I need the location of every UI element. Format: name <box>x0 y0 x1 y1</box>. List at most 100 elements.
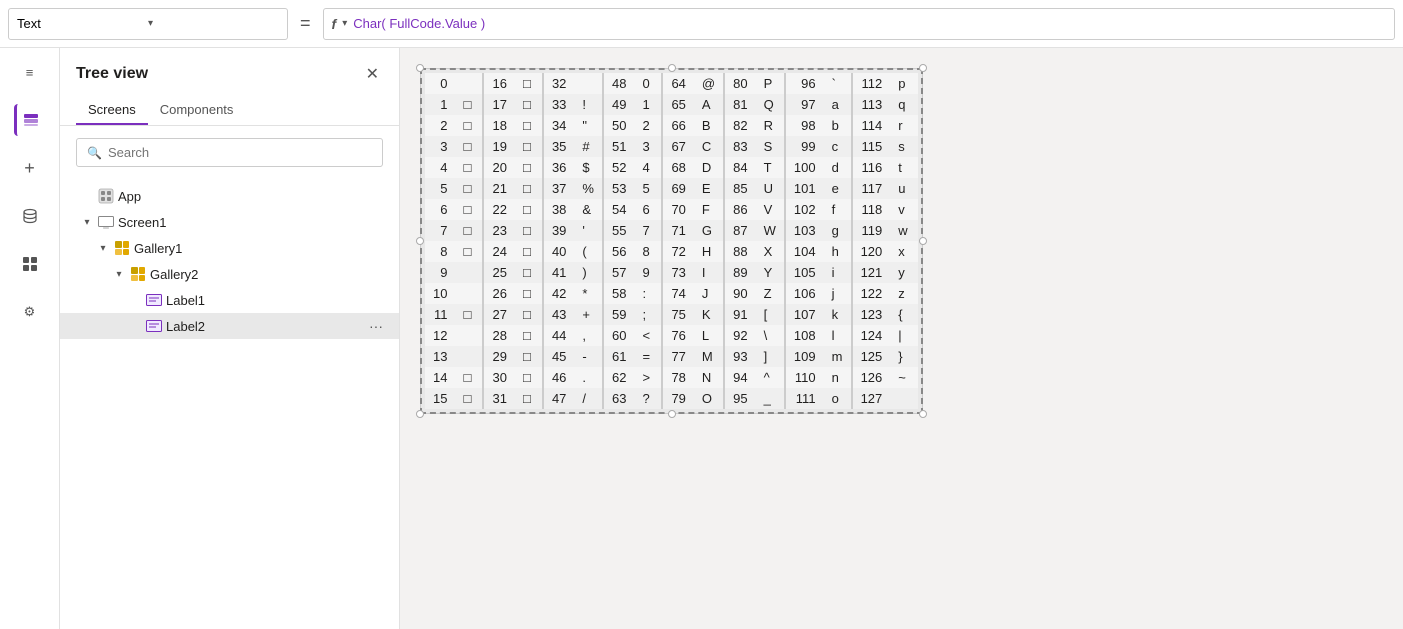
powerapps-icon[interactable] <box>14 248 46 280</box>
tree-item-label2[interactable]: Label2 ··· <box>60 313 399 339</box>
left-sidebar: ≡ + ⚙ <box>0 48 60 629</box>
table-row: 66 <box>662 115 693 136</box>
table-row: 2 <box>425 115 455 136</box>
search-input[interactable] <box>108 145 372 160</box>
formula-text[interactable]: Char( FullCode.Value ) <box>353 16 485 31</box>
add-icon[interactable]: + <box>14 152 46 184</box>
table-row: ^ <box>756 367 785 388</box>
table-row: 8 <box>425 241 455 262</box>
table-row: T <box>756 157 785 178</box>
table-row: . <box>574 367 603 388</box>
table-row: 84 <box>724 157 755 178</box>
table-row: f <box>824 199 852 220</box>
table-row: c <box>824 136 852 157</box>
table-row: O <box>694 388 724 409</box>
tab-components[interactable]: Components <box>148 96 246 125</box>
table-row: Q <box>756 94 785 115</box>
table-row: 13 <box>425 346 455 367</box>
table-row: 77 <box>662 346 693 367</box>
label2-icon <box>146 318 162 334</box>
top-bar: Text ▾ = f ▾ Char( FullCode.Value ) <box>0 0 1403 48</box>
table-row: 85 <box>724 178 755 199</box>
table-row: 116 <box>852 157 891 178</box>
table-row: 74 <box>662 283 693 304</box>
table-row: 54 <box>603 199 634 220</box>
table-row: 15 <box>425 388 455 409</box>
table-row: □ <box>515 241 543 262</box>
table-row: 124 <box>852 325 891 346</box>
table-row: □ <box>455 178 483 199</box>
table-row: 0 <box>425 73 455 94</box>
table-row: 2 <box>634 115 662 136</box>
table-row: 86 <box>724 199 755 220</box>
tree-item-app[interactable]: App <box>60 183 399 209</box>
property-selector-label: Text <box>17 16 148 31</box>
table-row: 110 <box>785 367 824 388</box>
hamburger-icon[interactable]: ≡ <box>14 56 46 88</box>
table-row: 61 <box>603 346 634 367</box>
table-row: 9 <box>425 262 455 283</box>
table-row: 24 <box>483 241 514 262</box>
search-icon: 🔍 <box>87 146 102 160</box>
table-row: 45 <box>543 346 574 367</box>
table-row: % <box>574 178 603 199</box>
layers-icon[interactable] <box>14 104 46 136</box>
table-row: 53 <box>603 178 634 199</box>
table-row: 107 <box>785 304 824 325</box>
table-row: 51 <box>603 136 634 157</box>
table-row: □ <box>455 367 483 388</box>
tree-item-screen1[interactable]: ▾ Screen1 <box>60 209 399 235</box>
table-row: 36 <box>543 157 574 178</box>
table-row: 117 <box>852 178 891 199</box>
table-row: / <box>574 388 603 409</box>
table-row <box>455 283 483 304</box>
table-row: 115 <box>852 136 891 157</box>
table-row: ' <box>574 220 603 241</box>
close-tree-panel-button[interactable]: ✕ <box>362 60 383 88</box>
tree-item-gallery2[interactable]: ▾ Gallery2 <box>60 261 399 287</box>
table-row: 16 <box>483 73 514 94</box>
table-row: | <box>890 325 918 346</box>
tree-item-gallery1[interactable]: ▾ Gallery1 <box>60 235 399 261</box>
data-icon[interactable] <box>14 200 46 232</box>
table-row: b <box>824 115 852 136</box>
property-selector[interactable]: Text ▾ <box>8 8 288 40</box>
table-row: t <box>890 157 918 178</box>
table-row: n <box>824 367 852 388</box>
table-row: 56 <box>603 241 634 262</box>
table-row: □ <box>515 73 543 94</box>
table-row: < <box>634 325 662 346</box>
table-row: y <box>890 262 918 283</box>
table-row: □ <box>515 178 543 199</box>
table-row: 41 <box>543 262 574 283</box>
table-row: 25 <box>483 262 514 283</box>
table-row: 44 <box>543 325 574 346</box>
label2-more-button[interactable]: ··· <box>369 318 383 334</box>
table-row: 114 <box>852 115 891 136</box>
table-row: 31 <box>483 388 514 409</box>
table-row: + <box>574 304 603 325</box>
table-row: 7 <box>425 220 455 241</box>
settings-icon[interactable]: ⚙ <box>14 296 46 328</box>
table-row: 49 <box>603 94 634 115</box>
table-row: X <box>756 241 785 262</box>
table-row: # <box>574 136 603 157</box>
table-row <box>455 262 483 283</box>
table-row: □ <box>455 115 483 136</box>
table-row: 120 <box>852 241 891 262</box>
table-row: □ <box>455 304 483 325</box>
table-row: 121 <box>852 262 891 283</box>
table-row: 93 <box>724 346 755 367</box>
table-row: E <box>694 178 724 199</box>
tab-screens[interactable]: Screens <box>76 96 148 125</box>
tree-item-label1[interactable]: Label1 <box>60 287 399 313</box>
table-row: □ <box>455 220 483 241</box>
table-row: 11 <box>425 304 455 325</box>
table-row: P <box>756 73 785 94</box>
property-selector-chevron: ▾ <box>148 18 279 29</box>
table-row: ; <box>634 304 662 325</box>
table-row: 127 <box>852 388 891 409</box>
tree-panel-header: Tree view ✕ <box>60 48 399 96</box>
table-row: 50 <box>603 115 634 136</box>
table-row: □ <box>455 388 483 409</box>
